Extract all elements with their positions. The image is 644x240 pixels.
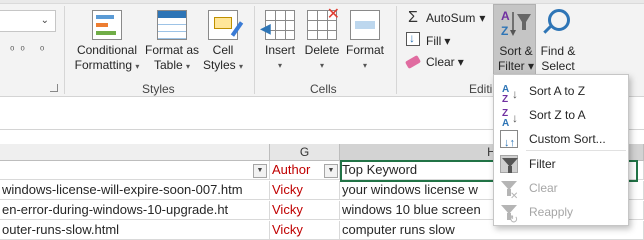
url-header-cell[interactable] — [0, 161, 270, 180]
chevron-down-icon: ▾ — [135, 62, 140, 71]
styles-group-label: Styles — [142, 82, 175, 96]
menu-item-clear[interactable]: ✕ Clear — [494, 176, 628, 202]
column-header-g[interactable]: G — [270, 144, 340, 161]
cell-styles-button[interactable]: Cell Styles ▾ — [202, 10, 244, 74]
clear-label: Clear — [426, 55, 455, 69]
author-cell[interactable]: Vicky — [270, 221, 340, 240]
autosum-label: AutoSum — [426, 11, 476, 25]
chevron-down-icon: ▾ — [527, 59, 535, 73]
delete-label: Delete — [304, 43, 340, 57]
fill-button[interactable]: Fill ▾ — [404, 31, 451, 49]
menu-item-label: Sort A to Z — [529, 84, 586, 98]
chevron-down-icon: ⌄ — [40, 15, 49, 26]
insert-cells-icon: ◀ — [260, 10, 295, 40]
svg-text:Z: Z — [501, 24, 508, 38]
fill-label: Fill — [426, 33, 442, 48]
chevron-down-icon: ▾ — [362, 61, 367, 70]
url-cell[interactable]: outer-runs-slow.html — [0, 221, 270, 240]
chevron-down-icon: ▾ — [239, 62, 244, 71]
sort-filter-label-2: Filter — [497, 59, 525, 73]
svg-text:A: A — [501, 9, 510, 23]
sort-filter-icon: A Z — [499, 8, 533, 43]
find-select-label-1: Find & — [540, 44, 576, 58]
format-button[interactable]: Format ▾ — [344, 10, 386, 73]
cell-styles-label-1: Cell — [212, 43, 234, 57]
format-as-table-label-1: Format as — [144, 43, 199, 57]
menu-separator — [526, 150, 626, 151]
menu-item-filter[interactable]: Filter — [494, 152, 628, 176]
insert-label: Insert — [264, 43, 295, 57]
conditional-formatting-icon — [92, 10, 122, 40]
chevron-down-icon: ▾ — [457, 55, 464, 69]
menu-item-label: Clear — [529, 181, 558, 195]
menu-item-custom-sort[interactable]: ↓↑ Custom Sort... — [494, 127, 628, 151]
find-select-label-2: Select — [541, 59, 575, 73]
clear-button[interactable]: Clear ▾ — [404, 55, 464, 69]
menu-item-label: Filter — [529, 157, 556, 171]
conditional-formatting-button[interactable]: Conditional Formatting ▾ — [72, 10, 142, 74]
reapply-icon: ↻ — [500, 203, 518, 226]
chevron-down-icon: ▾ — [319, 61, 324, 70]
filter-dropdown-icon[interactable]: ▼ — [253, 164, 267, 178]
fill-down-icon — [406, 31, 420, 46]
conditional-formatting-label-1: Conditional — [76, 43, 138, 57]
autosum-button[interactable]: Σ AutoSum ▾ — [404, 9, 485, 27]
menu-item-label: Reapply — [529, 205, 574, 219]
group-separator — [64, 6, 65, 94]
menu-item-reapply[interactable]: ↻ Reapply — [494, 200, 628, 226]
sort-filter-menu: AZ ↓ Sort A to Z ZA ↓ Sort Z to A ↓↑ Cus… — [493, 74, 629, 226]
chevron-down-icon: ▾ — [444, 33, 451, 48]
author-cell[interactable]: Vicky — [270, 181, 340, 200]
sigma-icon: Σ — [408, 9, 418, 26]
url-cell[interactable]: en-error-during-windows-10-upgrade.ht — [0, 201, 270, 220]
clear-filter-icon: ✕ — [500, 179, 518, 202]
custom-sort-icon: ↓↑ — [500, 130, 518, 149]
column-header-f[interactable] — [0, 144, 270, 161]
menu-item-label: Sort Z to A — [529, 108, 586, 122]
format-as-table-label-2: Table — [153, 58, 183, 72]
author-cell[interactable]: Vicky — [270, 201, 340, 220]
ribbon-top-edge — [0, 0, 644, 4]
sort-z-to-a-icon: ZA ↓ — [502, 108, 518, 129]
format-label: Format — [345, 43, 384, 57]
cells-group-label: Cells — [310, 82, 337, 96]
group-separator — [254, 6, 255, 94]
chevron-down-icon: ▾ — [479, 11, 486, 25]
menu-item-label: Custom Sort... — [529, 132, 606, 146]
format-as-table-button[interactable]: Format as Table ▾ — [143, 10, 201, 74]
cell-styles-label-2: Styles — [202, 58, 236, 72]
number-group-launcher-icon[interactable] — [50, 84, 58, 92]
url-cell[interactable]: windows-license-will-expire-soon-007.htm — [0, 181, 270, 200]
chevron-down-icon: ▾ — [186, 62, 191, 71]
cell-styles-icon — [208, 10, 244, 40]
eraser-icon — [404, 55, 422, 69]
delete-button[interactable]: ✕ Delete ▾ — [303, 7, 341, 73]
menu-item-sort-a-to-z[interactable]: AZ ↓ Sort A to Z — [494, 79, 628, 105]
group-separator — [396, 6, 397, 94]
format-cells-icon — [350, 10, 380, 40]
delete-cells-icon: ✕ — [307, 7, 340, 40]
filter-icon — [500, 155, 518, 173]
insert-button[interactable]: ◀ Insert ▾ — [260, 10, 298, 73]
chevron-down-icon: ▾ — [277, 61, 282, 70]
editing-group-label: Editi — [469, 82, 493, 96]
format-as-table-icon — [157, 10, 187, 40]
conditional-formatting-label-2: Formatting — [74, 58, 132, 72]
magnifier-icon — [548, 9, 570, 31]
number-format-dropdown[interactable]: ⌄ — [0, 10, 56, 32]
filter-dropdown-icon[interactable]: ▼ — [324, 164, 338, 178]
number-format-small-buttons[interactable]: ⁰⁰ ⁰ — [10, 44, 50, 57]
sort-a-to-z-icon: AZ ↓ — [502, 84, 518, 105]
sort-filter-label-1: Sort & — [499, 44, 533, 58]
menu-item-sort-z-to-a[interactable]: ZA ↓ Sort Z to A — [494, 103, 628, 129]
